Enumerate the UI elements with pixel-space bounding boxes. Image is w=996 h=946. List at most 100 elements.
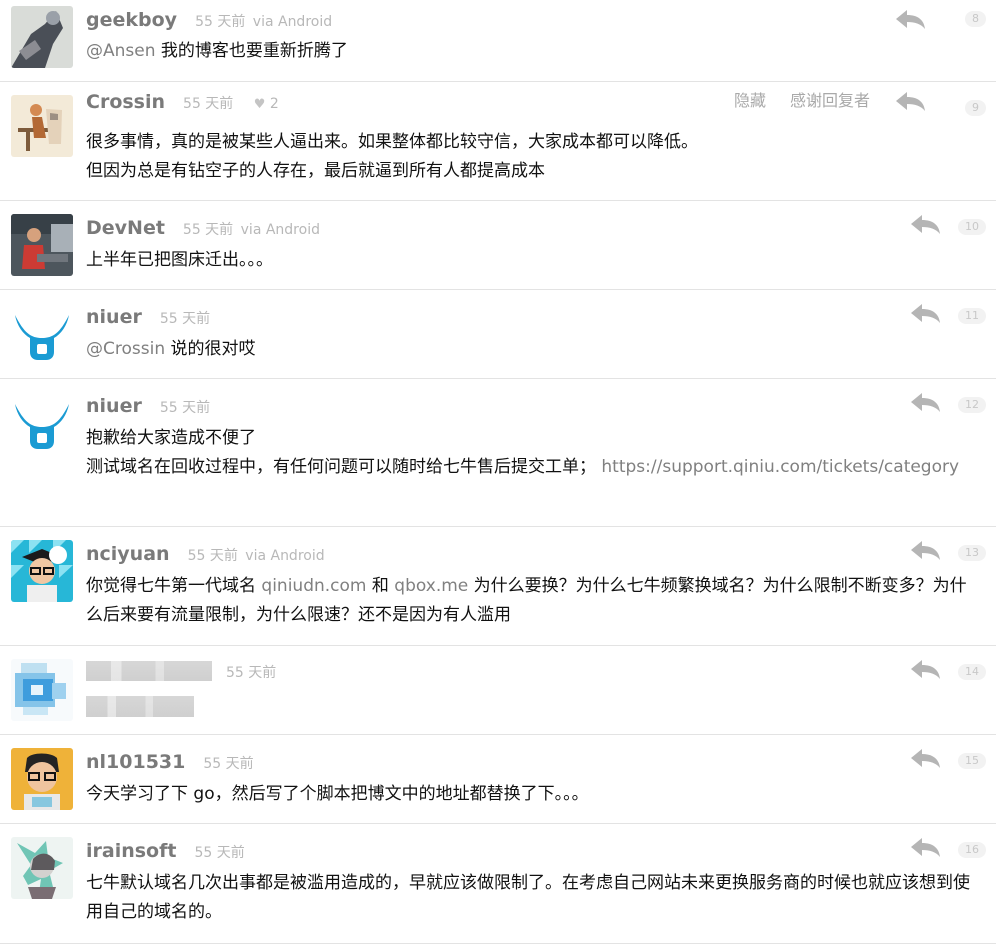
author-name[interactable]: Crossin [86, 91, 165, 113]
reply-item: niuer 55 天前 12 抱歉给大家造成不便了 测试域名在回收过程中，有任何问… [0, 379, 996, 527]
reply-arrow-icon[interactable] [909, 834, 941, 860]
avatar[interactable] [11, 303, 73, 365]
reply-actions [909, 745, 941, 771]
reply-actions [909, 300, 941, 326]
domain-link[interactable]: qbox.me [394, 576, 468, 596]
reply-item: 55 天前 14 [0, 646, 996, 735]
reply-line: 抱歉给大家造成不便了 [86, 428, 256, 448]
reply-actions [894, 6, 926, 32]
author-name[interactable]: DevNet [86, 217, 165, 239]
mention-link[interactable]: @Crossin [86, 339, 165, 359]
floor-number: 8 [965, 11, 986, 27]
avatar[interactable] [11, 214, 73, 276]
reply-content: 抱歉给大家造成不便了 测试域名在回收过程中，有任何问题可以随时给七牛售后提交工单… [86, 424, 982, 482]
reply-time: 55 天前 [226, 665, 277, 681]
blurred-author [86, 661, 212, 681]
reply-text: 七牛默认域名几次出事都是被滥用造成的，早就应该做限制了。在考虑自己网站未来更换服… [86, 873, 970, 922]
avatar[interactable] [11, 659, 73, 721]
reply-arrow-icon[interactable] [909, 656, 941, 682]
reply-item: irainsoft 55 天前 16 七牛默认域名几次出事都是被滥用造成的，早就应… [0, 824, 996, 944]
support-ticket-link[interactable]: https://support.qiniu.com/tickets/catego… [601, 457, 959, 477]
avatar[interactable] [11, 392, 73, 454]
reply-content: 七牛默认域名几次出事都是被滥用造成的，早就应该做限制了。在考虑自己网站未来更换服… [86, 869, 980, 927]
reply-time: 55 天前 [159, 311, 211, 327]
reply-arrow-icon[interactable] [894, 6, 926, 32]
author-name[interactable]: nciyuan [86, 543, 170, 565]
domain-link[interactable]: qiniudn.com [261, 576, 366, 596]
reply-meta: 55 天前 [226, 661, 276, 685]
reply-time: 55 天前 [195, 14, 246, 30]
reply-time: 55 天前 [187, 548, 238, 564]
reply-meta: nl101531 55 天前 [86, 750, 254, 774]
reply-arrow-icon[interactable] [909, 300, 941, 326]
avatar[interactable] [11, 6, 73, 68]
reply-content: 你觉得七牛第一代域名 qiniudn.com 和 qbox.me 为什么要换？为… [86, 576, 967, 625]
reply-actions [909, 389, 941, 415]
reply-item: nl101531 55 天前 15 今天学习了下 go，然后写了个脚本把博文中的地… [0, 735, 996, 824]
floor-number: 11 [958, 308, 986, 324]
reply-meta: irainsoft 55 天前 [86, 839, 245, 863]
avatar[interactable] [11, 95, 73, 157]
reply-actions [909, 834, 941, 860]
floor-number: 14 [958, 664, 986, 680]
reply-time: 55 天前 [203, 756, 254, 772]
reply-actions: 隐藏 感谢回复者 [734, 88, 926, 114]
reply-time: 55 天前 [182, 222, 234, 238]
floor-number: 12 [958, 397, 986, 413]
floor-number: 13 [958, 545, 986, 561]
floor-number: 10 [958, 219, 986, 235]
reply-via: via Android [252, 14, 333, 30]
reply-arrow-icon[interactable] [909, 389, 941, 415]
reply-text: 今天学习了下 go，然后写了个脚本把博文中的地址都替换了下。。。 [86, 784, 589, 804]
author-name[interactable]: niuer [86, 306, 142, 328]
author-name[interactable]: nl101531 [86, 751, 185, 773]
reply-via: via Android [240, 222, 320, 238]
reply-content: @Crossin 说的很对哎 [86, 335, 980, 364]
reply-item: DevNet 55 天前 via Android 10 上半年已把图床迁出。。。 [0, 201, 996, 290]
author-name[interactable]: irainsoft [86, 840, 176, 862]
reply-item: geekboy 55 天前 via Android 8 @Ansen 我的博客也要… [0, 0, 996, 82]
reply-arrow-icon[interactable] [909, 537, 941, 563]
reply-line: 很多事情，真的是被某些人逼出来。如果整体都比较守信，大家成本都可以降低。 [86, 132, 698, 152]
reply-arrow-icon[interactable] [909, 211, 941, 237]
avatar[interactable] [11, 748, 73, 810]
reply-meta: niuer 55 天前 [86, 305, 210, 329]
reply-line: 但因为总是有钻空子的人存在，最后就逼到所有人都提高成本 [86, 161, 545, 181]
reply-meta: Crossin 55 天前 ♥ 2 [86, 90, 279, 114]
avatar[interactable] [11, 540, 73, 602]
reply-content: 很多事情，真的是被某些人逼出来。如果整体都比较守信，大家成本都可以降低。 但因为… [86, 128, 980, 186]
reply-list: geekboy 55 天前 via Android 8 @Ansen 我的博客也要… [0, 0, 996, 944]
reply-item: niuer 55 天前 11 @Crossin 说的很对哎 [0, 290, 996, 379]
reply-content: 今天学习了下 go，然后写了个脚本把博文中的地址都替换了下。。。 [86, 780, 980, 809]
reply-meta: nciyuan 55 天前 via Android [86, 542, 325, 566]
author-name[interactable]: niuer [86, 395, 142, 417]
reply-actions [909, 537, 941, 563]
reply-meta: niuer 55 天前 [86, 394, 210, 418]
floor-number: 9 [965, 100, 986, 116]
reply-line: 测试域名在回收过程中，有任何问题可以随时给七牛售后提交工单； https://s… [86, 457, 960, 477]
reply-time: 55 天前 [183, 96, 234, 112]
floor-number: 16 [958, 842, 986, 858]
reply-time: 55 天前 [159, 400, 211, 416]
thanks-count: ♥ 2 [253, 96, 279, 112]
avatar[interactable] [11, 837, 73, 899]
blurred-content [86, 696, 194, 717]
reply-content: @Ansen 我的博客也要重新折腾了 [86, 37, 980, 66]
reply-actions [909, 656, 941, 682]
thank-reply-button[interactable]: 感谢回复者 [790, 91, 870, 110]
floor-number: 15 [958, 753, 986, 769]
reply-actions [909, 211, 941, 237]
reply-meta: geekboy 55 天前 via Android [86, 8, 332, 32]
mention-link[interactable]: @Ansen [86, 41, 156, 61]
reply-item: nciyuan 55 天前 via Android 13 你觉得七牛第一代域名 q… [0, 527, 996, 646]
author-name[interactable]: geekboy [86, 9, 177, 31]
reply-item: Crossin 55 天前 ♥ 2 隐藏 感谢回复者 9 很多事情，真的是被某些人逼… [0, 82, 996, 201]
reply-text: 我的博客也要重新折腾了 [155, 41, 348, 61]
reply-arrow-icon[interactable] [894, 88, 926, 114]
heart-icon: ♥ [253, 97, 266, 112]
reply-meta: DevNet 55 天前 via Android [86, 216, 320, 240]
reply-arrow-icon[interactable] [909, 745, 941, 771]
hide-reply-button[interactable]: 隐藏 [734, 91, 766, 110]
reply-content: 上半年已把图床迁出。。。 [86, 246, 980, 275]
reply-text: 上半年已把图床迁出。。。 [86, 250, 273, 270]
